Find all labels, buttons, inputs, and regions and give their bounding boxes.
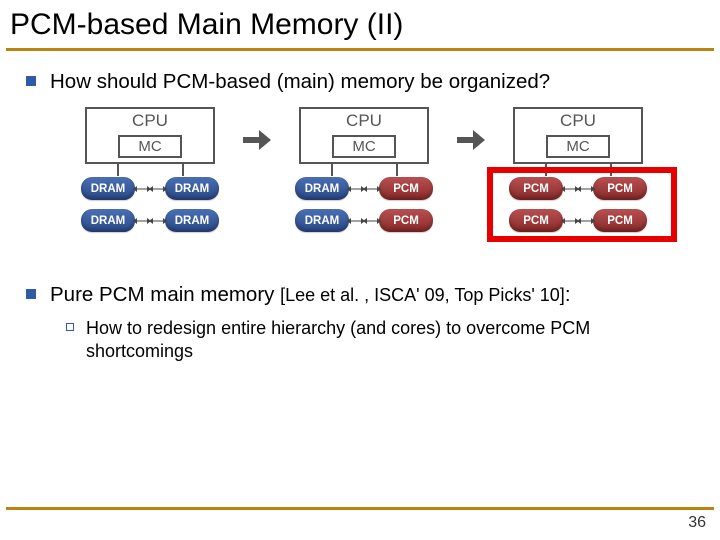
- mem-pcm: PCM: [593, 177, 647, 200]
- mem-pcm: PCM: [509, 177, 563, 200]
- text-prefix: Pure PCM main memory: [50, 283, 280, 306]
- connector: [365, 188, 379, 190]
- mem-pcm: PCM: [593, 209, 647, 232]
- mem-pcm: PCM: [509, 209, 563, 232]
- bullet-text: Pure PCM main memory [Lee et al. , ISCA'…: [50, 282, 571, 308]
- arrow-right-icon: [243, 126, 271, 154]
- connector: [349, 188, 363, 190]
- bullet-pure-pcm: Pure PCM main memory [Lee et al. , ISCA'…: [26, 282, 702, 308]
- connector: [365, 220, 379, 222]
- arrow-right-icon: [457, 126, 485, 154]
- bus-stems: [299, 162, 429, 176]
- cpu-box: CPUMC: [299, 107, 429, 164]
- page-number: 36: [688, 514, 706, 532]
- arch-2: CPUMC PCM PCM PCM PCM: [493, 107, 663, 234]
- arch-0: CPUMC DRAM DRAM DRAM DRAM: [65, 107, 235, 234]
- mem-dram: DRAM: [165, 177, 219, 200]
- connector: [151, 188, 165, 190]
- connector: [349, 220, 363, 222]
- mem-dram: DRAM: [81, 177, 135, 200]
- connector: [135, 188, 149, 190]
- mem-pcm: PCM: [379, 177, 433, 200]
- bullet-question: How should PCM-based (main) memory be or…: [26, 69, 702, 95]
- mem-dram: DRAM: [295, 209, 349, 232]
- mem-dram: DRAM: [295, 177, 349, 200]
- bullet-icon: [26, 76, 36, 86]
- bullet-text: How should PCM-based (main) memory be or…: [50, 69, 550, 95]
- bus-stems: [513, 162, 643, 176]
- memory-grid: PCM PCM PCM PCM: [509, 176, 647, 234]
- sub-bullet-icon: [66, 323, 74, 331]
- cpu-box: CPUMC: [85, 107, 215, 164]
- architecture-diagram: CPUMC DRAM DRAM DRAM DRAM CPUMC DRAM PCM DRAM PCM…: [26, 107, 702, 234]
- mc-box: MC: [546, 135, 610, 158]
- mem-dram: DRAM: [165, 209, 219, 232]
- connector: [579, 220, 593, 222]
- mc-box: MC: [118, 135, 182, 158]
- arch-1: CPUMC DRAM PCM DRAM PCM: [279, 107, 449, 234]
- memory-grid: DRAM DRAM DRAM DRAM: [81, 176, 219, 234]
- slide-content: How should PCM-based (main) memory be or…: [0, 51, 720, 362]
- text-suffix: :: [565, 283, 571, 306]
- bus-stems: [85, 162, 215, 176]
- citation: [Lee et al. , ISCA' 09, Top Picks' 10]: [280, 285, 565, 305]
- mc-box: MC: [332, 135, 396, 158]
- memory-grid: DRAM PCM DRAM PCM: [295, 176, 433, 234]
- divider-bottom: [6, 507, 714, 510]
- mem-dram: DRAM: [81, 209, 135, 232]
- connector: [563, 220, 577, 222]
- slide-title: PCM-based Main Memory (II): [0, 0, 720, 48]
- connector: [563, 188, 577, 190]
- connector: [151, 220, 165, 222]
- cpu-box: CPUMC: [513, 107, 643, 164]
- sub-bullet: How to redesign entire hierarchy (and co…: [66, 317, 702, 362]
- connector: [135, 220, 149, 222]
- bullet-icon: [26, 289, 36, 299]
- mem-pcm: PCM: [379, 209, 433, 232]
- connector: [579, 188, 593, 190]
- sub-bullet-text: How to redesign entire hierarchy (and co…: [86, 317, 702, 362]
